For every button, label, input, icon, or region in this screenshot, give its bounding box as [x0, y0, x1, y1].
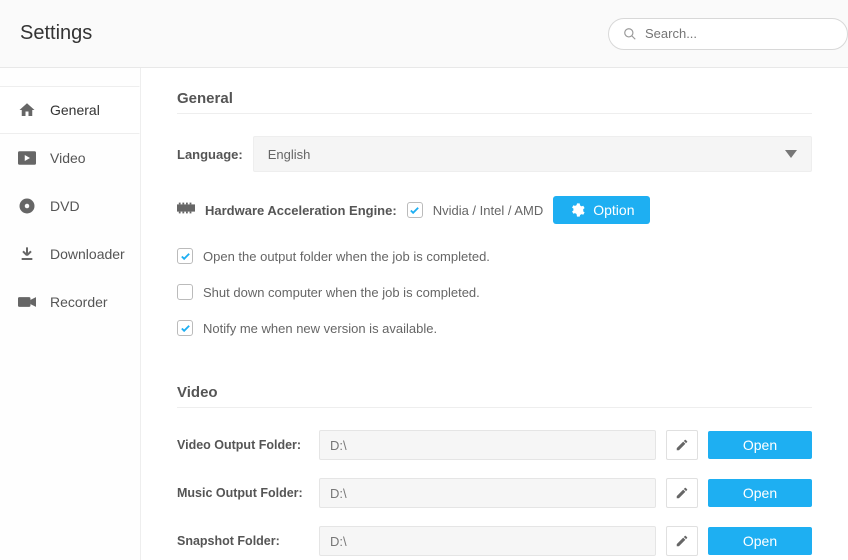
search-input[interactable]: [645, 26, 833, 41]
sidebar-item-label: DVD: [50, 198, 80, 214]
snapshot-label: Snapshot Folder:: [177, 534, 309, 548]
music-output-row: Music Output Folder: D:\ Open: [177, 478, 812, 508]
language-value: English: [268, 147, 311, 162]
shutdown-checkbox[interactable]: [177, 284, 193, 300]
video-output-label: Video Output Folder:: [177, 438, 309, 452]
sidebar-item-label: Video: [50, 150, 86, 166]
camera-icon: [18, 293, 36, 311]
notify-checkbox[interactable]: [177, 320, 193, 336]
search-box[interactable]: [608, 18, 848, 50]
chevron-down-icon: [785, 150, 797, 158]
hardware-value: Nvidia / Intel / AMD: [433, 203, 544, 218]
pencil-icon: [675, 486, 689, 500]
open-output-row: Open the output folder when the job is c…: [177, 248, 812, 264]
notify-label: Notify me when new version is available.: [203, 321, 437, 336]
pencil-icon: [675, 534, 689, 548]
sidebar-item-general[interactable]: General: [0, 86, 140, 134]
music-output-input[interactable]: D:\: [319, 478, 656, 508]
open-output-label: Open the output folder when the job is c…: [203, 249, 490, 264]
section-title-video: Video: [177, 384, 812, 408]
body: General Video DVD Downloader Recorder Ge…: [0, 68, 848, 560]
open-output-checkbox[interactable]: [177, 248, 193, 264]
language-select[interactable]: English: [253, 136, 812, 172]
snapshot-input[interactable]: D:\: [319, 526, 656, 556]
search-icon: [623, 27, 637, 41]
hardware-row: Hardware Acceleration Engine: Nvidia / I…: [177, 196, 812, 224]
snapshot-row: Snapshot Folder: D:\ Open: [177, 526, 812, 556]
music-output-edit-button[interactable]: [666, 478, 698, 508]
gear-icon: [569, 202, 585, 218]
sidebar-item-downloader[interactable]: Downloader: [0, 230, 140, 278]
download-icon: [18, 245, 36, 263]
header: Settings: [0, 0, 848, 68]
video-output-row: Video Output Folder: D:\ Open: [177, 430, 812, 460]
shutdown-row: Shut down computer when the job is compl…: [177, 284, 812, 300]
section-title-general: General: [177, 90, 812, 114]
sidebar-item-dvd[interactable]: DVD: [0, 182, 140, 230]
video-output-open-button[interactable]: Open: [708, 431, 812, 459]
sidebar-item-video[interactable]: Video: [0, 134, 140, 182]
chip-icon: [177, 201, 195, 219]
page-title: Settings: [20, 22, 92, 45]
language-label: Language:: [177, 147, 243, 162]
language-row: Language: English: [177, 136, 812, 172]
search-container: [608, 18, 848, 50]
content: General Language: English Hardware Accel…: [140, 68, 848, 560]
shutdown-label: Shut down computer when the job is compl…: [203, 285, 480, 300]
sidebar-item-label: General: [50, 102, 100, 118]
video-output-edit-button[interactable]: [666, 430, 698, 460]
disc-icon: [18, 197, 36, 215]
sidebar: General Video DVD Downloader Recorder: [0, 68, 140, 560]
hardware-label: Hardware Acceleration Engine:: [205, 203, 397, 218]
sidebar-item-label: Downloader: [50, 246, 125, 262]
option-label: Option: [593, 202, 634, 218]
music-output-label: Music Output Folder:: [177, 486, 309, 500]
pencil-icon: [675, 438, 689, 452]
home-icon: [18, 101, 36, 119]
play-icon: [18, 149, 36, 167]
option-button[interactable]: Option: [553, 196, 650, 224]
music-output-open-button[interactable]: Open: [708, 479, 812, 507]
snapshot-edit-button[interactable]: [666, 526, 698, 556]
sidebar-item-recorder[interactable]: Recorder: [0, 278, 140, 326]
notify-row: Notify me when new version is available.: [177, 320, 812, 336]
video-output-input[interactable]: D:\: [319, 430, 656, 460]
hardware-checkbox[interactable]: [407, 202, 423, 218]
sidebar-item-label: Recorder: [50, 294, 108, 310]
snapshot-open-button[interactable]: Open: [708, 527, 812, 555]
